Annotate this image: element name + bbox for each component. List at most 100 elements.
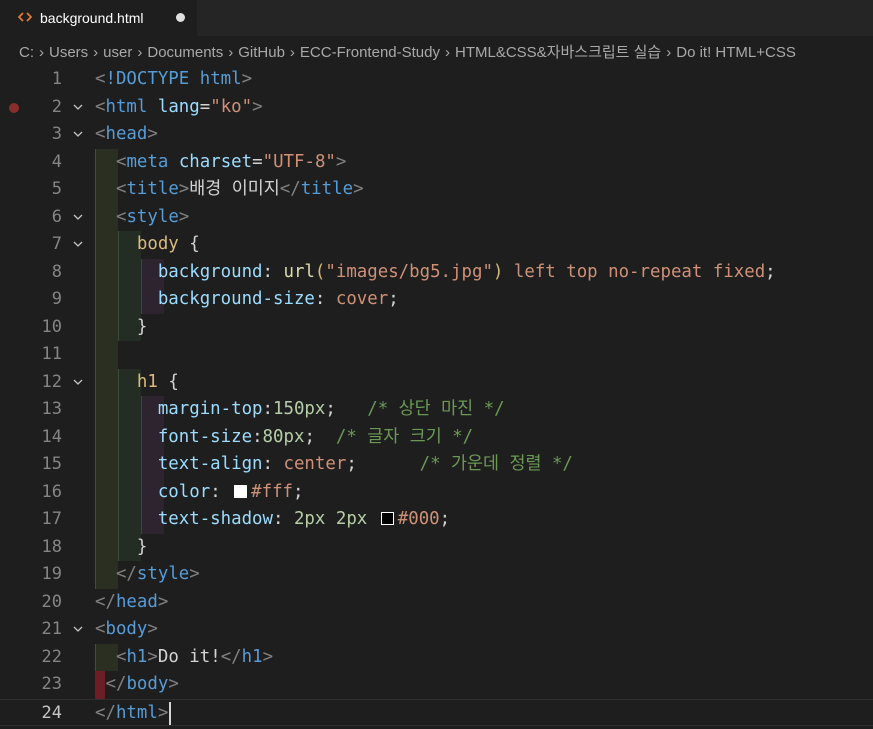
code-token: : xyxy=(252,426,263,447)
line-number: 17 xyxy=(41,509,62,529)
code-token: ; xyxy=(439,509,451,529)
line-number: 19 xyxy=(41,564,62,584)
code-token: > xyxy=(157,591,169,612)
code-text[interactable]: background-size: cover; xyxy=(95,286,399,314)
code-text[interactable]: body { xyxy=(95,231,200,259)
code-line[interactable]: 12 h1 { xyxy=(0,368,873,397)
code-line[interactable]: 6 <style> xyxy=(0,203,873,232)
code-token: "UTF-8" xyxy=(262,151,336,172)
code-text[interactable]: color: #fff; xyxy=(95,479,304,507)
code-line[interactable]: 2 <html lang="ko"> xyxy=(0,94,873,122)
code-token: : xyxy=(210,481,232,502)
code-line[interactable]: 4 <meta charset="UTF-8"> xyxy=(0,148,873,177)
code-text[interactable]: font-size:80px; /* 글자 크기 */ xyxy=(95,424,473,452)
code-line[interactable]: 7 body { xyxy=(0,231,873,259)
code-line[interactable]: 14 font-size:80px; /* 글자 크기 */ xyxy=(0,423,873,452)
breadcrumb-item[interactable]: GitHub xyxy=(238,44,285,61)
code-token: style xyxy=(126,206,179,227)
code-line[interactable]: 17 text-shadow: 2px 2px #000; xyxy=(0,506,873,534)
breadcrumb-item[interactable]: Documents xyxy=(147,44,223,61)
code-text[interactable]: } xyxy=(95,534,147,562)
code-text[interactable]: <body> xyxy=(95,616,158,644)
code-token: : xyxy=(262,454,284,474)
breadcrumb-item[interactable]: user xyxy=(103,44,132,61)
fold-chevron-down-icon[interactable] xyxy=(73,129,83,139)
code-text[interactable]: </body> xyxy=(95,671,178,699)
code-token: !DOCTYPE xyxy=(105,69,190,89)
code-token: 2px xyxy=(293,509,326,529)
code-line[interactable]: 21 <body> xyxy=(0,616,873,644)
code-token: > xyxy=(178,206,190,227)
code-token: head xyxy=(105,124,148,144)
code-token: : xyxy=(273,509,294,529)
fold-chevron-down-icon[interactable] xyxy=(73,377,83,387)
breadcrumb-chevron-icon: › xyxy=(444,44,450,61)
line-number: 13 xyxy=(41,399,62,419)
code-text[interactable]: } xyxy=(95,314,147,342)
code-text[interactable]: background: url("images/bg5.jpg") left t… xyxy=(95,259,776,287)
breadcrumb-item[interactable]: Do it! HTML+CSS xyxy=(676,44,796,61)
breadcrumb-item[interactable]: Users xyxy=(49,44,88,61)
code-line[interactable]: 24 </html> xyxy=(0,698,873,728)
breadcrumb-item[interactable]: ECC-Frontend-Study xyxy=(300,44,440,61)
code-text[interactable]: <h1>Do it!</h1> xyxy=(95,644,273,672)
code-line[interactable]: 8 background: url("images/bg5.jpg") left… xyxy=(0,258,873,287)
code-line[interactable]: 11 xyxy=(0,341,873,369)
code-text[interactable]: <!DOCTYPE html> xyxy=(95,66,252,94)
breadcrumb-item[interactable]: HTML&CSS&자바스크립트 실습 xyxy=(455,44,661,61)
code-token: > xyxy=(241,69,253,89)
code-token: style xyxy=(136,564,190,584)
code-line[interactable]: 13 margin-top:150px; /* 상단 마진 */ xyxy=(0,396,873,424)
code-text[interactable]: text-align: center; /* 가운데 정렬 */ xyxy=(95,451,573,479)
code-line[interactable]: 22 <h1>Do it!</h1> xyxy=(0,643,873,672)
code-text[interactable]: </html> xyxy=(95,700,168,728)
color-swatch[interactable] xyxy=(234,484,248,498)
code-token: > xyxy=(335,151,347,172)
unsaved-dot-icon[interactable] xyxy=(176,13,185,22)
text-cursor xyxy=(169,701,172,725)
code-token: h1 xyxy=(136,371,158,392)
code-token: color xyxy=(157,481,211,502)
code-text[interactable]: <style> xyxy=(95,204,189,232)
code-token: center xyxy=(283,454,347,474)
color-swatch[interactable] xyxy=(380,512,394,525)
code-text[interactable]: </head> xyxy=(95,589,168,617)
code-editor[interactable]: 1 <!DOCTYPE html> 2 <html lang="ko"> 3 <head>… xyxy=(0,66,873,729)
fold-chevron-down-icon[interactable] xyxy=(73,102,83,112)
tab-background-html[interactable]: background.html xyxy=(0,0,197,36)
code-text[interactable]: <head> xyxy=(95,121,158,149)
code-text[interactable]: <html lang="ko"> xyxy=(95,94,263,122)
code-line[interactable]: 3 <head> xyxy=(0,121,873,149)
code-line[interactable]: 16 color: #fff; xyxy=(0,478,873,507)
code-token: ; xyxy=(388,289,399,309)
code-text[interactable]: margin-top:150px; /* 상단 마진 */ xyxy=(95,396,505,424)
code-line[interactable]: 15 text-align: center; /* 가운데 정렬 */ xyxy=(0,451,873,479)
code-line[interactable]: 20 </head> xyxy=(0,589,873,617)
code-text[interactable]: </style> xyxy=(95,561,200,589)
code-line[interactable]: 10 } xyxy=(0,313,873,342)
code-token: 150px xyxy=(273,399,326,419)
code-text[interactable]: h1 { xyxy=(95,369,179,397)
code-line[interactable]: 19 </style> xyxy=(0,561,873,589)
code-token: lang xyxy=(157,96,200,117)
fold-chevron-down-icon[interactable] xyxy=(73,212,83,222)
code-line[interactable]: 1 <!DOCTYPE html> xyxy=(0,66,873,94)
breadcrumb-item[interactable]: C: xyxy=(19,44,34,61)
code-text[interactable]: <meta charset="UTF-8"> xyxy=(95,149,346,177)
code-line[interactable]: 5 <title>배경 이미지</title> xyxy=(0,176,873,204)
line-number: 24 xyxy=(41,702,62,723)
code-text[interactable]: <title>배경 이미지</title> xyxy=(95,176,364,204)
code-line[interactable]: 18 } xyxy=(0,533,873,562)
code-line[interactable]: 23 </body> xyxy=(0,671,873,699)
code-line[interactable]: 9 background-size: cover; xyxy=(0,286,873,314)
fold-chevron-down-icon[interactable] xyxy=(73,239,83,249)
code-text[interactable]: text-shadow: 2px 2px #000; xyxy=(95,506,450,534)
fold-chevron-down-icon[interactable] xyxy=(73,624,83,634)
